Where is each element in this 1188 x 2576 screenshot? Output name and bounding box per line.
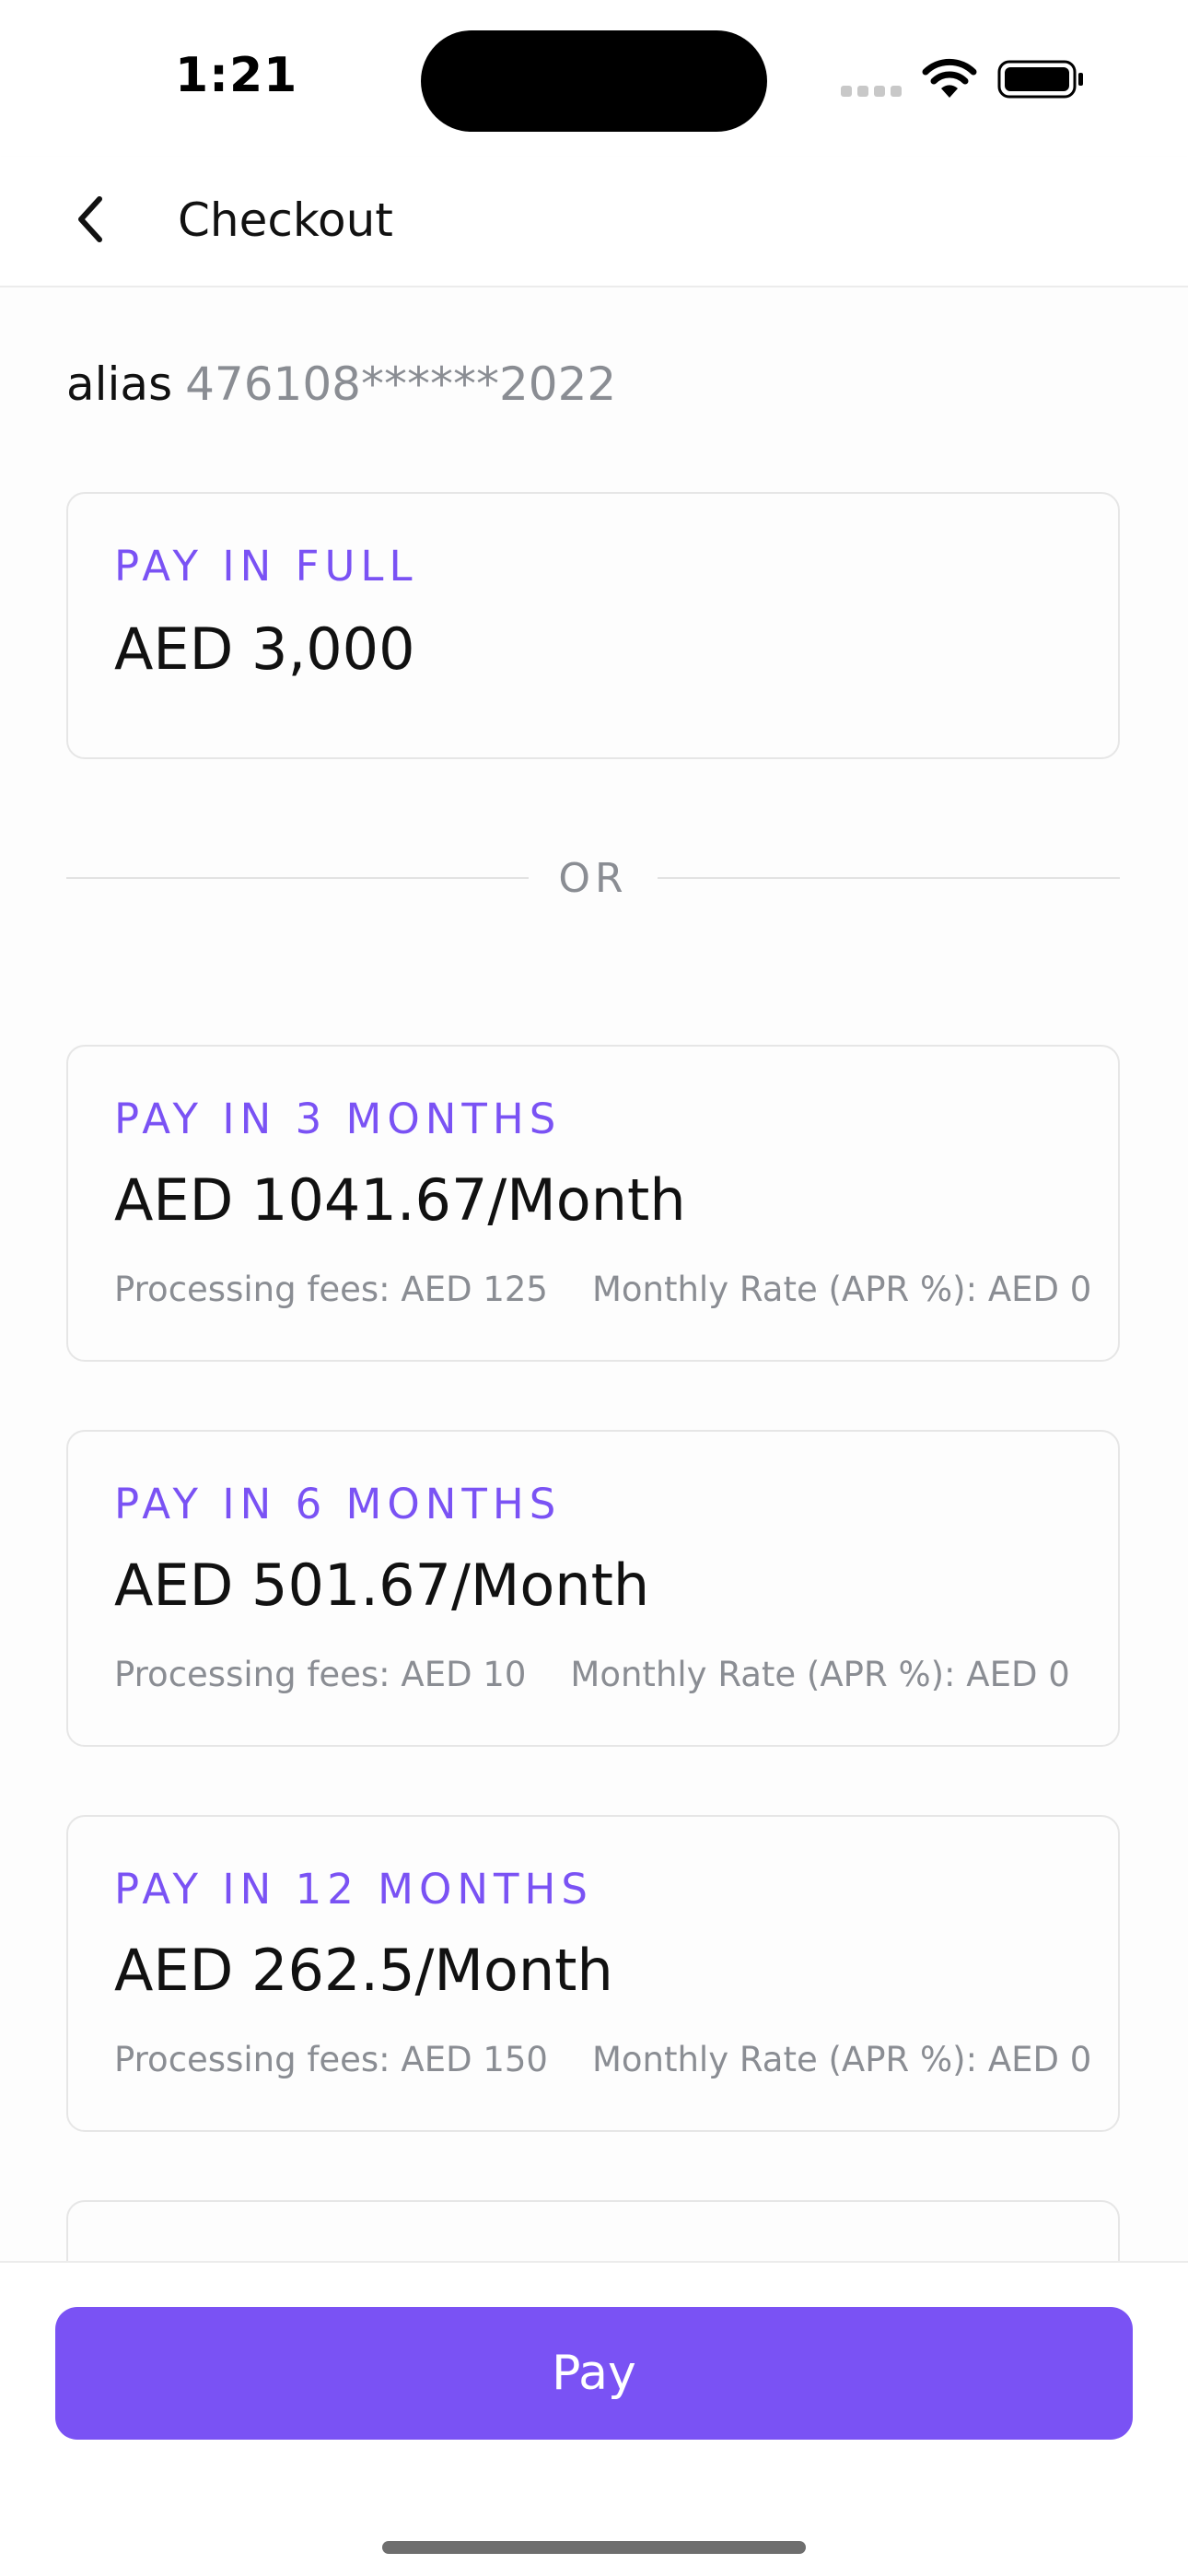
wifi-icon: [922, 58, 977, 98]
status-time: 1:21: [175, 48, 298, 103]
dynamic-island: [421, 30, 767, 132]
installment-option-3-months[interactable]: PAY IN 3 MONTHS AED 1041.67/Month Proces…: [66, 1045, 1120, 1362]
checkout-content[interactable]: alias 476108******2022 PAY IN FULL AED 3,…: [0, 287, 1188, 2261]
monthly-rate: Monthly Rate (APR %): AED 0: [570, 1655, 1070, 1694]
alias-label: alias: [66, 357, 173, 411]
checkout-footer: Pay: [0, 2261, 1188, 2576]
chevron-left-icon: [78, 196, 102, 242]
monthly-rate: Monthly Rate (APR %): AED 0: [591, 1270, 1092, 1309]
checkout-screen: 1:21 Checkout alias 476108******2022 PAY…: [0, 0, 1188, 2576]
option-tag: PAY IN FULL: [114, 542, 418, 591]
processing-fees: Processing fees: AED 125: [114, 1270, 548, 1309]
processing-fees: Processing fees: AED 150: [114, 2040, 548, 2079]
page-title: Checkout: [178, 193, 393, 247]
divider-line-right: [658, 877, 1120, 879]
or-divider: OR: [66, 840, 1120, 914]
card-alias: alias 476108******2022: [66, 357, 616, 411]
installment-option-12-months[interactable]: PAY IN 12 MONTHS AED 262.5/Month Process…: [66, 1815, 1120, 2132]
pay-in-full-option[interactable]: PAY IN FULL AED 3,000: [66, 492, 1120, 759]
option-amount: AED 501.67/Month: [114, 1551, 650, 1619]
battery-icon: [997, 60, 1083, 99]
option-fees: Processing fees: AED 150 Monthly Rate (AP…: [114, 2040, 1091, 2079]
installment-option-partial[interactable]: [66, 2200, 1120, 2261]
option-fees: Processing fees: AED 125 Monthly Rate (AP…: [114, 1270, 1091, 1309]
option-amount: AED 3,000: [114, 615, 415, 683]
nav-bar: Checkout: [0, 157, 1188, 287]
status-bar: 1:21: [0, 0, 1188, 157]
option-tag: PAY IN 3 MONTHS: [114, 1095, 562, 1143]
option-tag: PAY IN 6 MONTHS: [114, 1480, 562, 1528]
home-indicator[interactable]: [382, 2541, 806, 2554]
option-amount: AED 262.5/Month: [114, 1937, 613, 2004]
pay-button[interactable]: Pay: [55, 2307, 1133, 2440]
option-tag: PAY IN 12 MONTHS: [114, 1865, 593, 1914]
processing-fees: Processing fees: AED 10: [114, 1655, 527, 1694]
monthly-rate: Monthly Rate (APR %): AED 0: [591, 2040, 1092, 2079]
back-button[interactable]: [55, 182, 129, 256]
installment-option-6-months[interactable]: PAY IN 6 MONTHS AED 501.67/Month Process…: [66, 1430, 1120, 1747]
cellular-signal-icon: [841, 85, 905, 98]
option-fees: Processing fees: AED 10 Monthly Rate (APR…: [114, 1655, 1070, 1694]
option-amount: AED 1041.67/Month: [114, 1166, 686, 1234]
masked-card-number: 476108******2022: [185, 357, 617, 411]
